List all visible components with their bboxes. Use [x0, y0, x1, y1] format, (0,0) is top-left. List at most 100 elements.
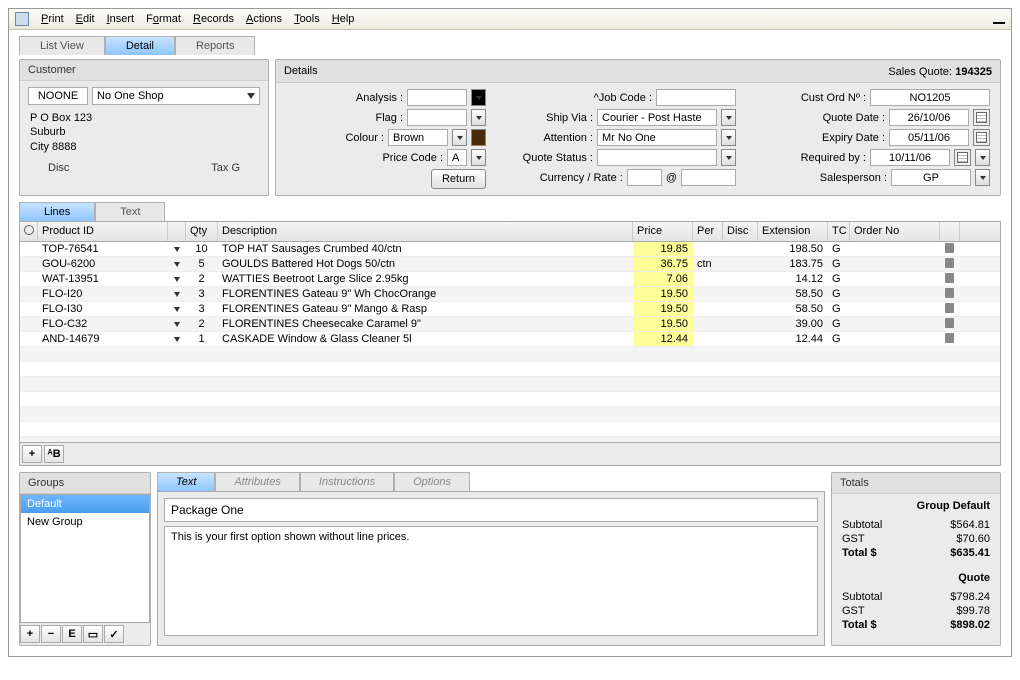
tab-reports[interactable]: Reports — [175, 36, 256, 55]
trash-icon[interactable] — [945, 318, 954, 328]
colour-dropdown[interactable] — [452, 129, 467, 146]
table-row[interactable]: GOU-62005GOULDS Battered Hot Dogs 50/ctn… — [20, 257, 1000, 272]
quotedate-field[interactable]: 26/10/06 — [889, 109, 969, 126]
menu-format[interactable]: Format — [146, 13, 181, 25]
chevron-down-icon[interactable] — [174, 292, 180, 297]
menu-edit[interactable]: Edit — [76, 13, 95, 25]
group-add-button[interactable]: + — [20, 625, 40, 643]
analysis-dropdown[interactable] — [471, 89, 486, 106]
salesperson-dropdown[interactable] — [975, 169, 990, 186]
table-row[interactable]: WAT-139512WATTIES Beetroot Large Slice 2… — [20, 272, 1000, 287]
trash-icon[interactable] — [945, 243, 954, 253]
package-title-field[interactable]: Package One — [164, 498, 818, 522]
table-row-empty[interactable] — [20, 377, 1000, 392]
currency-field[interactable] — [627, 169, 662, 186]
menu-actions[interactable]: Actions — [246, 13, 282, 25]
texttab-text[interactable]: Text — [157, 472, 215, 491]
expiry-field[interactable]: 05/11/06 — [889, 129, 969, 146]
menu-records[interactable]: Records — [193, 13, 234, 25]
tab-detail[interactable]: Detail — [105, 36, 175, 55]
customer-name-field[interactable]: No One Shop — [92, 87, 260, 105]
table-row[interactable]: AND-146791CASKADE Window & Glass Cleaner… — [20, 332, 1000, 347]
tab-list-view[interactable]: List View — [19, 36, 105, 55]
package-text-field[interactable]: This is your first option shown without … — [164, 526, 818, 636]
trash-icon[interactable] — [945, 258, 954, 268]
trash-icon[interactable] — [945, 303, 954, 313]
col-order-no[interactable]: Order No — [850, 222, 940, 241]
trash-icon[interactable] — [945, 333, 954, 343]
pricecode-field[interactable]: A — [447, 149, 467, 166]
expiry-calendar-icon[interactable] — [973, 129, 990, 146]
add-line-button[interactable]: + — [22, 445, 42, 463]
salesperson-field[interactable]: GP — [891, 169, 971, 186]
analysis-field[interactable] — [407, 89, 467, 106]
ab-button[interactable]: ᴬB — [44, 445, 64, 463]
trash-icon[interactable] — [945, 288, 954, 298]
menu-print[interactable]: Print — [41, 13, 64, 25]
group-e-button[interactable]: E — [62, 625, 82, 643]
required-dropdown[interactable] — [975, 149, 990, 166]
grid-body[interactable]: TOP-7654110TOP HAT Sausages Crumbed 40/c… — [20, 242, 1000, 442]
rate-field[interactable] — [681, 169, 736, 186]
group-box-button[interactable]: ▭ — [83, 625, 103, 643]
menu-tools[interactable]: Tools — [294, 13, 320, 25]
table-row-empty[interactable] — [20, 392, 1000, 407]
menu-insert[interactable]: Insert — [107, 13, 135, 25]
table-row-empty[interactable] — [20, 407, 1000, 422]
table-row-empty[interactable] — [20, 362, 1000, 377]
jobcode-field[interactable] — [656, 89, 736, 106]
quotestatus-field[interactable] — [597, 149, 717, 166]
required-field[interactable]: 10/11/06 — [870, 149, 950, 166]
col-description[interactable]: Description — [218, 222, 633, 241]
col-extension[interactable]: Extension — [758, 222, 828, 241]
return-button[interactable]: Return — [431, 169, 486, 189]
customer-code[interactable]: NOONE — [28, 87, 88, 105]
flag-dropdown[interactable] — [471, 109, 486, 126]
col-product-id[interactable]: Product ID — [38, 222, 168, 241]
col-qty[interactable]: Qty — [186, 222, 218, 241]
chevron-down-icon[interactable] — [174, 322, 180, 327]
col-tc[interactable]: TC — [828, 222, 850, 241]
table-row-empty[interactable] — [20, 437, 1000, 442]
table-row-empty[interactable] — [20, 422, 1000, 437]
shipvia-field[interactable]: Courier - Post Haste — [597, 109, 717, 126]
table-row[interactable]: FLO-C322FLORENTINES Cheesecake Caramel 9… — [20, 317, 1000, 332]
col-price[interactable]: Price — [633, 222, 693, 241]
quotedate-calendar-icon[interactable] — [973, 109, 990, 126]
col-disc[interactable]: Disc — [723, 222, 758, 241]
table-row-empty[interactable] — [20, 347, 1000, 362]
trash-icon[interactable] — [945, 273, 954, 283]
chevron-down-icon[interactable] — [174, 262, 180, 267]
texttab-options[interactable]: Options — [394, 472, 470, 491]
quote-number: Sales Quote: 194325 — [888, 64, 992, 78]
subtab-lines[interactable]: Lines — [19, 202, 95, 221]
table-row[interactable]: FLO-I303FLORENTINES Gateau 9" Mango & Ra… — [20, 302, 1000, 317]
menu-help[interactable]: Help — [332, 13, 355, 25]
required-calendar-icon[interactable] — [954, 149, 971, 166]
attention-field[interactable]: Mr No One — [597, 129, 717, 146]
group-item-default[interactable]: Default — [21, 495, 149, 513]
texttab-attributes[interactable]: Attributes — [215, 472, 299, 491]
table-row[interactable]: FLO-I203FLORENTINES Gateau 9" Wh ChocOra… — [20, 287, 1000, 302]
group-check-button[interactable]: ✓ — [104, 625, 124, 643]
group-remove-button[interactable]: − — [41, 625, 61, 643]
gear-icon[interactable] — [24, 225, 34, 235]
customer-dropdown-icon[interactable] — [247, 93, 255, 99]
col-per[interactable]: Per — [693, 222, 723, 241]
shipvia-dropdown[interactable] — [721, 109, 736, 126]
flag-field[interactable] — [407, 109, 467, 126]
chevron-down-icon[interactable] — [174, 307, 180, 312]
colour-field[interactable]: Brown — [388, 129, 448, 146]
table-row[interactable]: TOP-7654110TOP HAT Sausages Crumbed 40/c… — [20, 242, 1000, 257]
quotestatus-dropdown[interactable] — [721, 149, 736, 166]
chevron-down-icon[interactable] — [174, 277, 180, 282]
attention-dropdown[interactable] — [721, 129, 736, 146]
texttab-instructions[interactable]: Instructions — [300, 472, 394, 491]
chevron-down-icon[interactable] — [174, 337, 180, 342]
chevron-down-icon[interactable] — [174, 247, 180, 252]
minimize-button[interactable] — [993, 22, 1005, 24]
pricecode-dropdown[interactable] — [471, 149, 486, 166]
subtab-text[interactable]: Text — [95, 202, 165, 221]
custord-field[interactable]: NO1205 — [870, 89, 990, 106]
group-item-new[interactable]: New Group — [21, 513, 149, 531]
